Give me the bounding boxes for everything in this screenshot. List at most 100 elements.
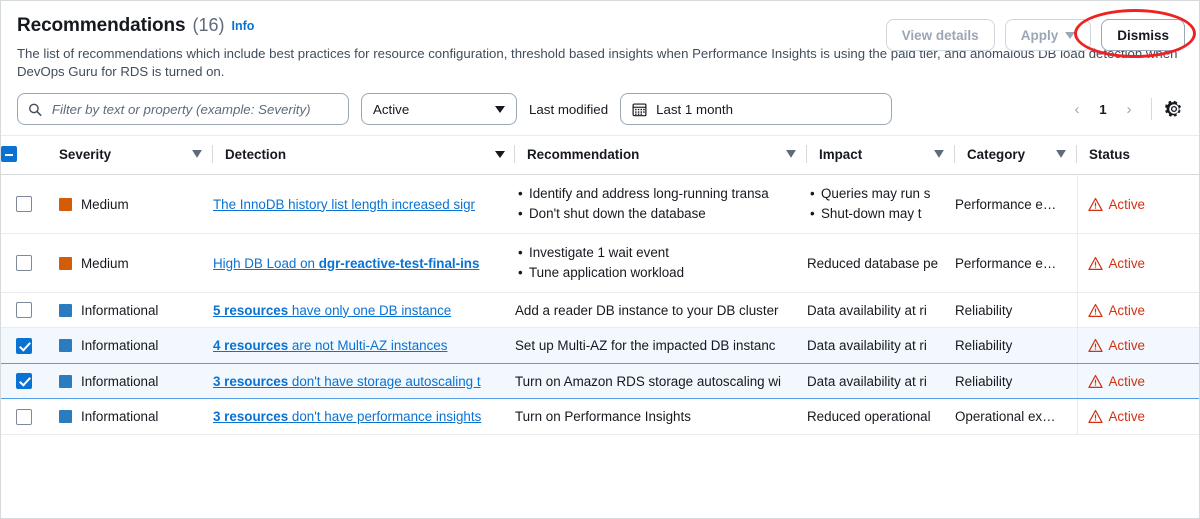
- status-label: Active: [1109, 256, 1145, 271]
- last-modified-label: Last modified: [529, 102, 608, 117]
- detection-link[interactable]: 4 resources are not Multi-AZ instances: [213, 338, 447, 353]
- cell-impact: Reduced operational: [807, 399, 955, 434]
- status-badge: Active: [1078, 197, 1200, 212]
- severity-swatch-icon: [59, 410, 72, 423]
- row-checkbox[interactable]: [16, 409, 32, 425]
- table-row[interactable]: Informational 5 resources have only one D…: [1, 293, 1199, 328]
- row-checkbox[interactable]: [16, 338, 32, 354]
- column-label-category: Category: [955, 147, 1025, 162]
- row-checkbox[interactable]: [16, 373, 32, 389]
- list-item: Don't shut down the database: [529, 204, 807, 224]
- cell-recommendation: Investigate 1 wait eventTune application…: [515, 234, 807, 293]
- column-header-recommendation[interactable]: Recommendation: [515, 136, 807, 175]
- recommendations-panel: Recommendations (16) Info The list of re…: [0, 0, 1200, 519]
- cell-status: Active: [1077, 175, 1199, 234]
- cell-detection: The InnoDB history list length increased…: [213, 175, 515, 234]
- recommendations-table-wrap: Severity Detection Recommendation: [1, 135, 1199, 435]
- severity-label: Informational: [81, 338, 158, 353]
- severity-swatch-icon: [59, 375, 72, 388]
- impact-bullet-list: Queries may run sShut-down may t: [807, 184, 955, 224]
- table-header-row: Severity Detection Recommendation: [1, 136, 1199, 175]
- dismiss-button[interactable]: Dismiss: [1101, 19, 1185, 51]
- detection-link[interactable]: High DB Load on dgr-reactive-test-final-…: [213, 256, 479, 271]
- column-label-impact: Impact: [807, 147, 862, 162]
- select-all-checkbox[interactable]: [1, 146, 17, 162]
- sort-icon-category: [1056, 150, 1067, 158]
- sort-icon-impact: [934, 150, 945, 158]
- table-row[interactable]: MediumThe InnoDB history list length inc…: [1, 175, 1199, 234]
- table-row[interactable]: Informational 3 resources don't have perf…: [1, 399, 1199, 434]
- view-details-button[interactable]: View details: [886, 19, 995, 51]
- date-range-value: Last 1 month: [656, 102, 733, 117]
- recommendation-text: Turn on Amazon RDS storage autoscaling w…: [515, 374, 781, 389]
- pagination-page-1[interactable]: 1: [1092, 102, 1114, 117]
- severity-label: Informational: [81, 409, 158, 424]
- cell-detection: 3 resources don't have performance insig…: [213, 399, 515, 434]
- warning-triangle-icon: [1088, 374, 1103, 389]
- category-label: Operational ex…: [955, 409, 1055, 424]
- row-checkbox[interactable]: [16, 255, 32, 271]
- cell-status: Active: [1077, 399, 1199, 434]
- info-link[interactable]: Info: [232, 19, 255, 33]
- dismiss-label: Dismiss: [1117, 28, 1169, 43]
- impact-text: Reduced database pe: [807, 256, 938, 271]
- severity-label: Informational: [81, 374, 158, 389]
- cell-category: Performance e…: [955, 175, 1077, 234]
- sort-icon-severity: [192, 150, 203, 158]
- column-label-recommendation: Recommendation: [515, 147, 639, 162]
- severity-swatch-icon: [59, 198, 72, 211]
- column-label-status: Status: [1077, 147, 1130, 162]
- row-checkbox[interactable]: [16, 302, 32, 318]
- cell-impact: Data availability at ri: [807, 328, 955, 363]
- select-all-header: [1, 136, 47, 175]
- category-label: Reliability: [955, 338, 1012, 353]
- pagination-prev-button[interactable]: ‹: [1064, 95, 1090, 123]
- status-filter-select[interactable]: Active: [361, 93, 517, 125]
- detection-link[interactable]: 3 resources don't have performance insig…: [213, 409, 481, 424]
- row-select-cell: [1, 293, 47, 328]
- apply-label: Apply: [1021, 28, 1059, 43]
- header-actions: View details Apply Dismiss: [886, 19, 1185, 51]
- status-badge: Active: [1078, 409, 1200, 424]
- list-item: Investigate 1 wait event: [529, 243, 807, 263]
- search-input[interactable]: [50, 101, 338, 118]
- warning-triangle-icon: [1088, 338, 1103, 353]
- search-icon: [28, 102, 42, 117]
- category-label: Performance e…: [955, 197, 1056, 212]
- severity-label: Informational: [81, 303, 158, 318]
- impact-text: Data availability at ri: [807, 374, 927, 389]
- cell-category: Reliability: [955, 328, 1077, 363]
- impact-text: Reduced operational: [807, 409, 931, 424]
- status-badge: Active: [1078, 338, 1200, 353]
- settings-gear-button[interactable]: [1161, 96, 1187, 122]
- cell-recommendation: Turn on Performance Insights: [515, 399, 807, 434]
- row-select-cell: [1, 234, 47, 293]
- pagination-next-button[interactable]: ›: [1116, 95, 1142, 123]
- column-header-status[interactable]: Status: [1077, 136, 1199, 175]
- detection-link[interactable]: 3 resources don't have storage autoscali…: [213, 374, 481, 389]
- detection-link[interactable]: 5 resources have only one DB instance: [213, 303, 451, 318]
- row-checkbox[interactable]: [16, 196, 32, 212]
- cell-status: Active: [1077, 234, 1199, 293]
- column-header-detection[interactable]: Detection: [213, 136, 515, 175]
- cell-severity: Informational: [47, 328, 213, 363]
- apply-button[interactable]: Apply: [1005, 19, 1092, 51]
- table-row[interactable]: MediumHigh DB Load on dgr-reactive-test-…: [1, 234, 1199, 293]
- cell-detection: 3 resources don't have storage autoscali…: [213, 363, 515, 398]
- date-range-picker[interactable]: Last 1 month: [620, 93, 892, 125]
- cell-status: Active: [1077, 363, 1199, 398]
- status-filter-value: Active: [373, 102, 409, 117]
- detection-link[interactable]: The InnoDB history list length increased…: [213, 197, 475, 212]
- cell-severity: Medium: [47, 234, 213, 293]
- severity-swatch-icon: [59, 304, 72, 317]
- column-header-category[interactable]: Category: [955, 136, 1077, 175]
- column-header-impact[interactable]: Impact: [807, 136, 955, 175]
- cell-category: Performance e…: [955, 234, 1077, 293]
- cell-severity: Medium: [47, 175, 213, 234]
- table-row[interactable]: Informational 3 resources don't have stor…: [1, 363, 1199, 398]
- recommendation-text: Turn on Performance Insights: [515, 409, 691, 424]
- search-box[interactable]: [17, 93, 349, 125]
- category-label: Reliability: [955, 374, 1012, 389]
- column-header-severity[interactable]: Severity: [47, 136, 213, 175]
- table-row[interactable]: Informational 4 resources are not Multi-A…: [1, 328, 1199, 363]
